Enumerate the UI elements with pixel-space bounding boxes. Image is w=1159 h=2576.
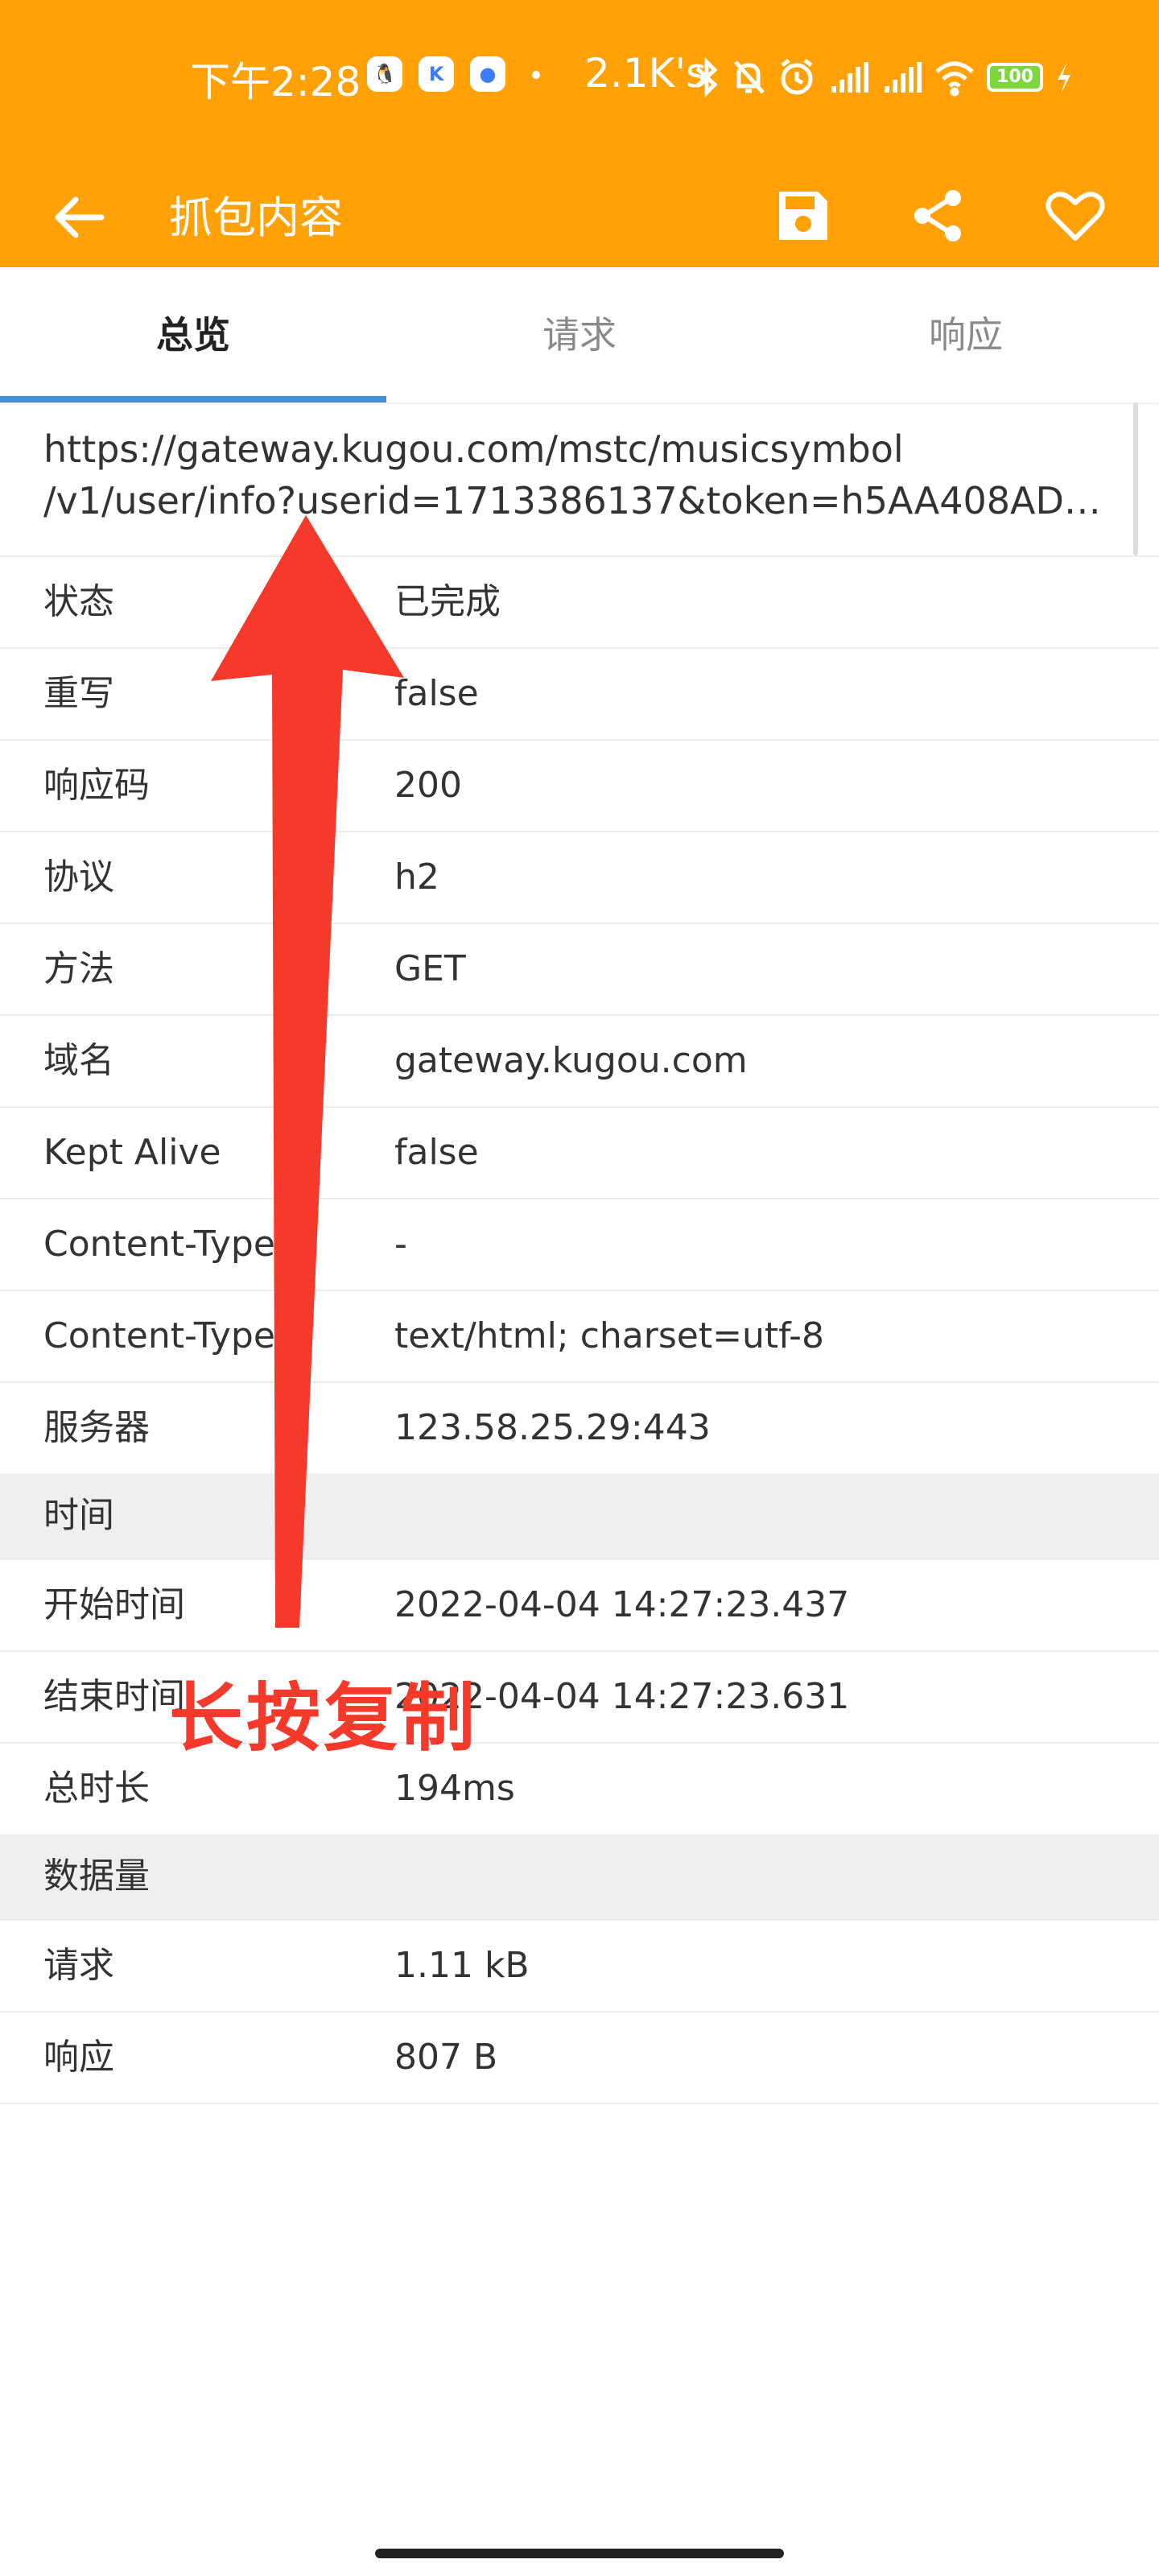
tab-overview[interactable]: 总览 xyxy=(0,267,386,402)
list-item-host[interactable]: 域名 gateway.kugou.com xyxy=(0,1014,1159,1106)
url-line-1: https://gateway.kugou.com/mstc/musicsymb… xyxy=(43,427,904,471)
hd-signal-icon xyxy=(831,62,868,93)
row-key: 响应 xyxy=(43,2037,114,2078)
row-key: Content-Type xyxy=(43,1315,275,1356)
row-key: 开始时间 xyxy=(43,1584,185,1625)
save-button[interactable] xyxy=(765,177,842,254)
bluetooth-icon xyxy=(695,57,718,97)
back-button[interactable] xyxy=(48,185,113,250)
arrow-left-icon xyxy=(55,196,105,238)
list-item-start-time[interactable]: 开始时间 2022-04-04 14:27:23.437 xyxy=(0,1558,1159,1650)
row-value: GET xyxy=(394,948,466,989)
list-item-request-size[interactable]: 请求 1.11 kB xyxy=(0,1919,1159,2011)
row-value: 807 B xyxy=(394,2037,498,2078)
row-key: 总时长 xyxy=(43,1768,150,1809)
share-icon xyxy=(914,190,961,242)
network-speed: 2.1K's xyxy=(584,50,707,97)
share-button[interactable] xyxy=(900,177,977,254)
list-item-status[interactable]: 状态 已完成 xyxy=(0,555,1159,647)
battery-icon: 100 xyxy=(987,63,1043,92)
mute-icon xyxy=(734,60,765,94)
section-header-time: 时间 xyxy=(0,1473,1159,1558)
row-value: text/html; charset=utf-8 xyxy=(394,1315,825,1356)
list-item-content-type-response[interactable]: Content-Type text/html; charset=utf-8 xyxy=(0,1290,1159,1381)
list-item-rewrite[interactable]: 重写 false xyxy=(0,647,1159,739)
page-title: 抓包内容 xyxy=(169,192,343,243)
tab-request[interactable]: 请求 xyxy=(386,267,773,402)
row-key: 服务器 xyxy=(43,1407,150,1448)
row-key: 方法 xyxy=(43,948,114,989)
message-icon: ● xyxy=(470,56,505,92)
annotation-label: 长按复制 xyxy=(169,1675,479,1761)
list-item-kept-alive[interactable]: Kept Alive false xyxy=(0,1106,1159,1198)
row-value: 1.11 kB xyxy=(394,1945,530,1986)
row-value: 已完成 xyxy=(394,581,501,622)
row-key: Content-Type xyxy=(43,1224,275,1265)
row-value: false xyxy=(394,1132,479,1173)
row-key: Kept Alive xyxy=(43,1132,221,1173)
hd-signal-icon xyxy=(885,62,922,93)
qq-icon: 🐧 xyxy=(367,56,402,92)
section-title: 时间 xyxy=(43,1495,114,1536)
tab-response[interactable]: 响应 xyxy=(773,267,1159,402)
list-item-response-size[interactable]: 响应 807 B xyxy=(0,2011,1159,2103)
row-key: 状态 xyxy=(43,581,114,622)
list-item-method[interactable]: 方法 GET xyxy=(0,923,1159,1014)
row-value: false xyxy=(394,673,479,714)
charging-icon xyxy=(1058,62,1070,94)
status-icons: 100 xyxy=(694,55,1074,100)
list-item-content-type-request[interactable]: Content-Type - xyxy=(0,1198,1159,1290)
row-key: 结束时间 xyxy=(43,1676,185,1717)
wifi-icon xyxy=(935,61,974,97)
row-value: 123.58.25.29:443 xyxy=(394,1407,711,1448)
list-item-server[interactable]: 服务器 123.58.25.29:443 xyxy=(0,1381,1159,1473)
scrollbar[interactable] xyxy=(1133,402,1138,555)
kugou-icon: K xyxy=(419,56,454,92)
url-line-2: /v1/user/info?userid=1713386137&token=h5… xyxy=(43,479,1106,522)
row-value: - xyxy=(394,1224,407,1265)
row-key: 域名 xyxy=(43,1040,114,1081)
row-value: 2022-04-04 14:27:23.437 xyxy=(394,1584,850,1625)
section-header-data-size: 数据量 xyxy=(0,1834,1159,1919)
row-value: gateway.kugou.com xyxy=(394,1040,748,1081)
tab-bar: 总览 请求 响应 xyxy=(0,267,1159,402)
row-value: h2 xyxy=(394,857,439,898)
toolbar: 抓包内容 xyxy=(0,153,1159,267)
app-bar: 下午2:28 🐧 K ● 2.1K's 100 抓包内容 xyxy=(0,0,1159,267)
status-bar: 下午2:28 🐧 K ● 2.1K's 100 xyxy=(0,0,1159,153)
tab-indicator xyxy=(0,396,386,402)
row-key: 重写 xyxy=(43,673,114,714)
row-value: 200 xyxy=(394,765,462,806)
heart-icon xyxy=(1046,192,1105,241)
list-item-response-code[interactable]: 响应码 200 xyxy=(0,739,1159,831)
save-icon xyxy=(779,192,827,240)
request-url[interactable]: https://gateway.kugou.com/mstc/musicsymb… xyxy=(43,423,1106,526)
status-dot xyxy=(532,71,540,79)
home-indicator[interactable] xyxy=(375,2549,784,2558)
detail-list: 状态 已完成 重写 false 响应码 200 协议 h2 方法 GET 域名 gatewa… xyxy=(0,555,1159,2104)
row-key: 请求 xyxy=(43,1945,114,1986)
row-key: 协议 xyxy=(43,857,114,898)
row-key: 响应码 xyxy=(43,765,150,806)
status-time: 下午2:28 xyxy=(190,59,361,105)
list-item-protocol[interactable]: 协议 h2 xyxy=(0,831,1159,923)
alarm-icon xyxy=(781,59,813,95)
section-title: 数据量 xyxy=(43,1856,150,1897)
list-end-divider xyxy=(0,2103,1159,2104)
favorite-button[interactable] xyxy=(1037,177,1114,254)
